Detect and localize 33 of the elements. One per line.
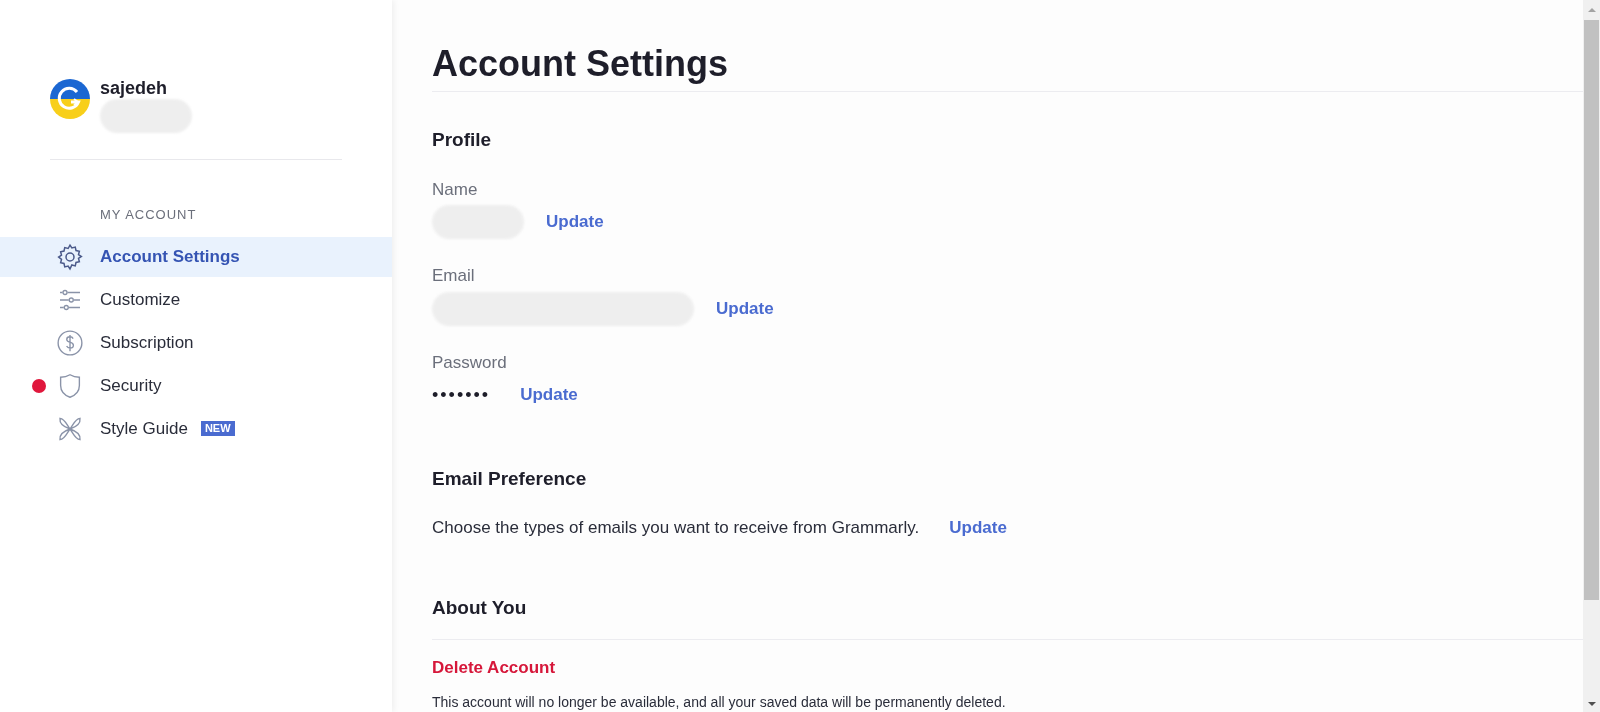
sidebar-item-label: Account Settings xyxy=(100,245,240,268)
page-title: Account Settings xyxy=(432,42,728,86)
delete-account-link[interactable]: Delete Account xyxy=(432,654,556,680)
sidebar-item[interactable]: Customize xyxy=(0,279,392,320)
sidebar-item[interactable]: Style Guide NEW xyxy=(0,408,392,449)
section-heading: About You xyxy=(432,596,527,620)
sidebar-item-label: Style Guide xyxy=(100,417,188,440)
sidebar-item[interactable]: Subscription xyxy=(0,322,392,363)
section-label: MY ACCOUNT xyxy=(100,206,198,224)
field-label: Password xyxy=(432,351,507,374)
settings-icon xyxy=(55,241,85,272)
update-link[interactable]: Update xyxy=(520,382,578,408)
update-link[interactable]: Update xyxy=(546,209,604,235)
update-link[interactable]: Update xyxy=(949,514,1007,540)
avatar-icon xyxy=(50,79,90,119)
sidebar-item-label: Subscription xyxy=(100,331,194,354)
field-label: Name xyxy=(432,178,478,201)
password-value: ••••••• xyxy=(432,383,492,407)
sidebar-item[interactable]: Account Settings xyxy=(0,236,392,277)
new-badge: NEW xyxy=(200,421,235,436)
update-link[interactable]: Update xyxy=(716,295,774,322)
section-heading: Email Preference xyxy=(432,467,587,491)
field-label: Email xyxy=(432,265,475,287)
preference-text: Choose the types of emails you want to receive from Grammarly. xyxy=(432,516,920,539)
delete-warning: This account will no longer be available, and all your saved data will be permanently deleted. xyxy=(432,693,1006,712)
dollar-icon xyxy=(55,327,85,358)
scrollbar[interactable] xyxy=(1583,0,1600,712)
sidebar-item-label: Security xyxy=(100,374,162,397)
sidebar-item-label: Customize xyxy=(100,288,181,311)
section-heading: Profile xyxy=(432,128,492,152)
sidebar-item[interactable]: Security xyxy=(0,365,392,406)
user-name: sajedeh xyxy=(100,77,169,99)
scrollbar-thumb[interactable] xyxy=(1584,20,1599,600)
